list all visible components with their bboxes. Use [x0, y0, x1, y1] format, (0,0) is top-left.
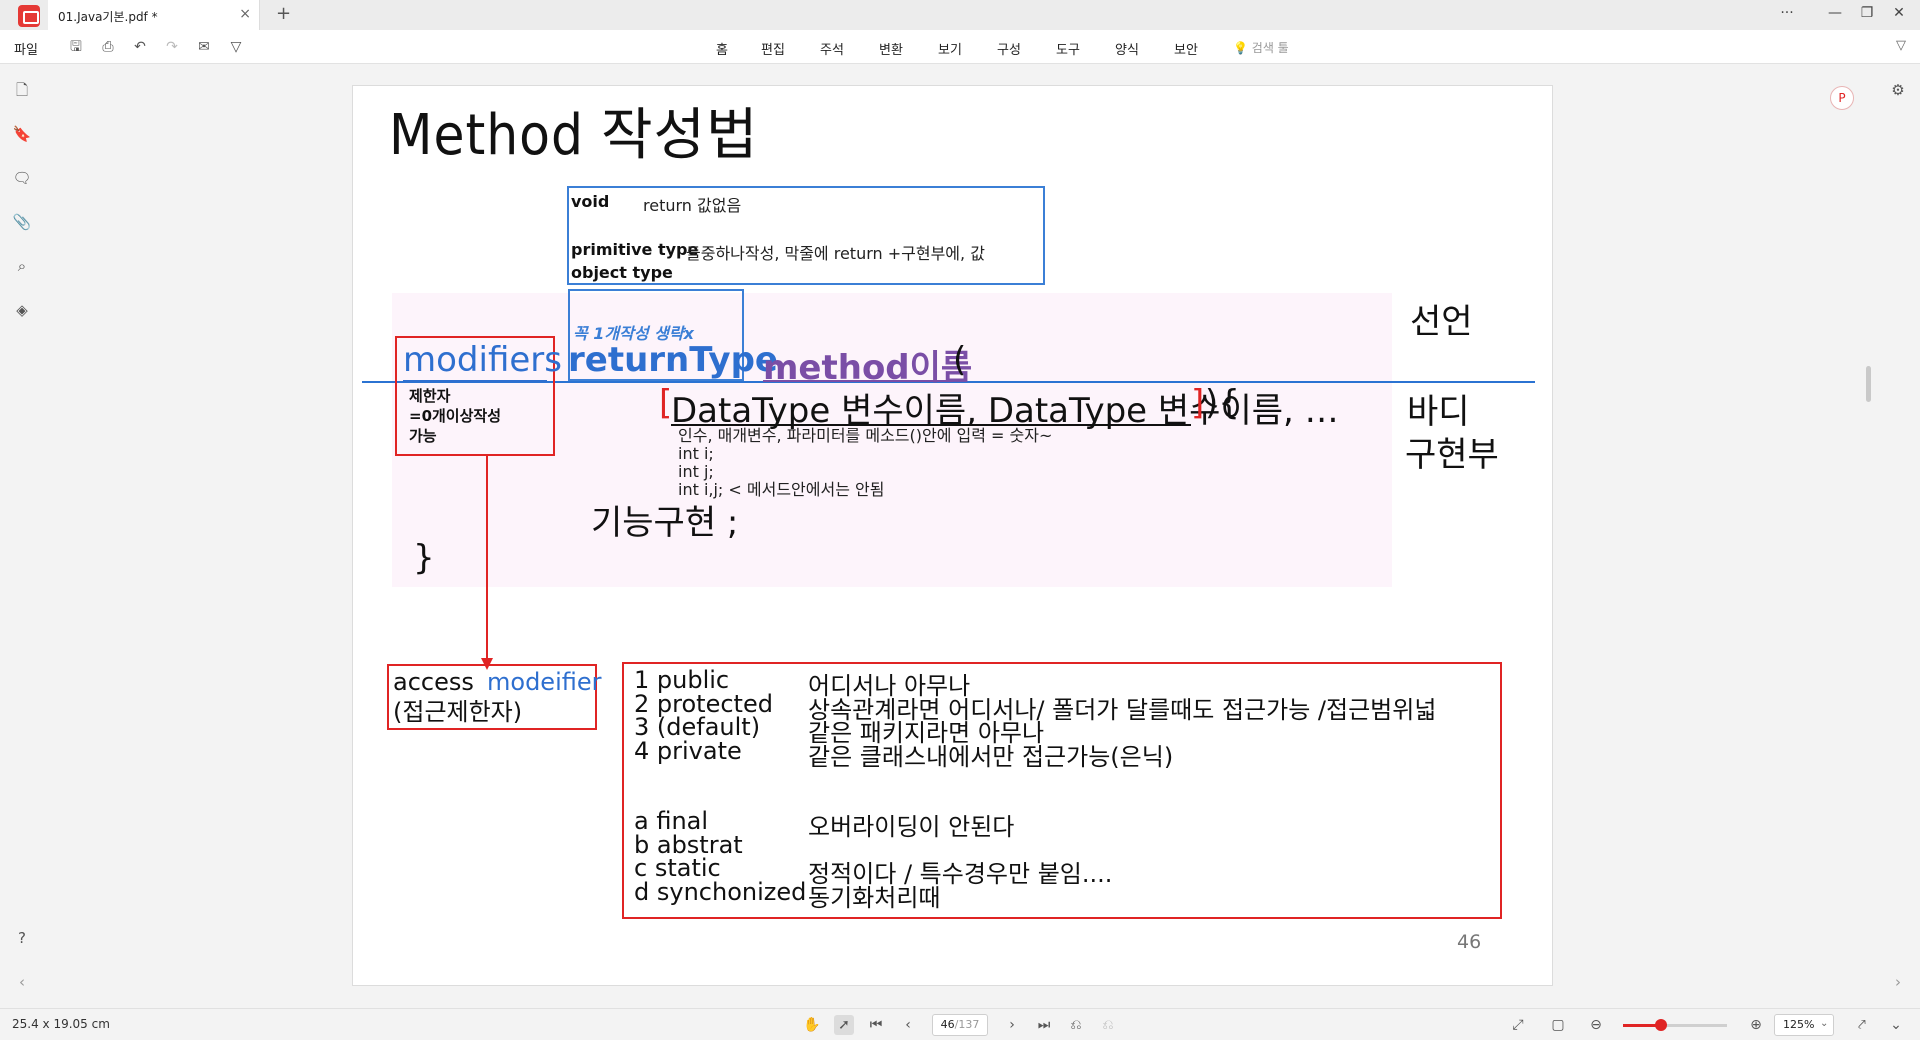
modifier-name: 4 private — [634, 737, 742, 765]
new-tab-icon[interactable]: + — [276, 3, 291, 24]
modifiers-text: modifiers — [403, 340, 562, 380]
ribbon-menu: 홈 편집 주석 변환 보기 구성 도구 양식 보안 💡 검색 툴 — [0, 30, 1920, 64]
close-brace: } — [413, 538, 435, 578]
zoom-in-icon[interactable]: ⊕ — [1746, 1015, 1766, 1035]
menu-annotate[interactable]: 주석 — [820, 39, 844, 58]
primitive-label: primitive type — [571, 240, 699, 259]
zoom-value: 125% — [1783, 1018, 1815, 1031]
pdf-to-ppt-icon[interactable]: P — [1830, 86, 1854, 110]
left-sidebar: 🗋 🔖 🗨 📎 ⌕ ◈ ? ‹ — [0, 64, 44, 1008]
app-logo-icon — [18, 5, 40, 27]
page-display-icon[interactable]: ▢ — [1548, 1015, 1568, 1035]
modifier-desc: 같은 클래스내에서만 접근가능(은닉) — [808, 743, 1174, 771]
pdf-page: Method 작성법 void return 값없음 primitive typ… — [352, 85, 1553, 986]
zoom-out-icon[interactable]: ⊖ — [1586, 1015, 1606, 1035]
implementation-label: 구현부 — [1405, 435, 1499, 475]
select-tool-icon[interactable]: ➚ — [834, 1015, 854, 1035]
params-end: ){ — [1205, 383, 1240, 423]
go-forward-icon[interactable]: ⎌ — [1098, 1015, 1118, 1035]
hand-tool-icon[interactable]: ✋ — [802, 1015, 822, 1035]
attachment-icon[interactable]: 📎 — [12, 212, 32, 232]
modifier-name: d synchonized — [634, 878, 807, 906]
layers-icon[interactable]: ◈ — [12, 300, 32, 320]
restore-icon[interactable]: ❐ — [1855, 5, 1879, 21]
zoom-slider-handle[interactable] — [1655, 1019, 1668, 1031]
more-options-icon[interactable]: ··· — [1775, 5, 1799, 21]
body-implementation: 기능구현 ; — [591, 503, 739, 543]
comment-icon[interactable]: 🗨 — [12, 168, 32, 188]
modifiers-underline — [403, 380, 547, 382]
page-title: Method 작성법 — [389, 103, 759, 168]
search-icon[interactable]: ⌕ — [12, 256, 32, 276]
pdf-viewer-window: 01.Java기본.pdf * × + ··· — ❐ ✕ 파일 🖫 ⎙ ↶ ↷… — [0, 0, 1920, 1040]
menu-tools[interactable]: 도구 — [1056, 39, 1080, 58]
vertical-scrollbar[interactable] — [1866, 366, 1871, 402]
lightbulb-icon: 💡 — [1233, 41, 1248, 55]
tool-search-label: 검색 툴 — [1251, 41, 1289, 55]
fit-page-icon[interactable]: ⤢ — [1508, 1015, 1528, 1035]
document-tab[interactable]: 01.Java기본.pdf * × — [48, 0, 260, 30]
first-page-icon[interactable]: ⏮ — [866, 1015, 886, 1035]
properties-icon[interactable]: ⚙ — [1888, 80, 1908, 100]
last-page-icon[interactable]: ⏭ — [1034, 1015, 1054, 1035]
menu-forms[interactable]: 양식 — [1115, 39, 1139, 58]
collapse-left-icon[interactable]: ‹ — [12, 972, 32, 992]
tab-bar: 01.Java기본.pdf * × + ··· — ❐ ✕ — [0, 0, 1920, 30]
collapse-statusbar-icon[interactable]: ⌄ — [1886, 1015, 1906, 1035]
previous-page-icon[interactable]: ‹ — [898, 1015, 918, 1035]
void-label: void — [571, 192, 610, 211]
right-sidebar: ⚙ › — [1876, 64, 1920, 1008]
body-label: 바디 — [1407, 392, 1470, 432]
tool-search[interactable]: 💡 검색 툴 — [1233, 39, 1289, 56]
menu-view[interactable]: 보기 — [938, 39, 962, 58]
minimize-icon[interactable]: — — [1823, 5, 1847, 21]
modifier-desc: 오버라이딩이 안된다 — [808, 813, 1015, 841]
tab-close-icon[interactable]: × — [239, 6, 251, 22]
page-thumbnails-icon[interactable]: 🗋 — [12, 80, 32, 100]
close-window-icon[interactable]: ✕ — [1887, 5, 1911, 21]
page-number: 46 — [1457, 931, 1482, 953]
page-dimensions: 25.4 x 19.05 cm — [12, 1017, 110, 1031]
declaration-label: 선언 — [1410, 302, 1473, 342]
help-icon[interactable]: ? — [12, 928, 32, 948]
return-type-text: returnType — [568, 340, 778, 380]
parameter-description: 인수, 매개변수, 파라미터를 메소드()안에 입력 = 숫자~ int i; … — [678, 426, 1053, 499]
object-type-label: object type — [571, 263, 673, 282]
page-number-input[interactable]: 46/137 — [932, 1014, 988, 1036]
zoom-dropdown-icon[interactable]: ⌄ — [1820, 1018, 1828, 1029]
modifier-desc: 동기화처리때 — [808, 884, 941, 912]
go-back-icon[interactable]: ⎌ — [1066, 1015, 1086, 1035]
main-toolbar: 파일 🖫 ⎙ ↶ ↷ ✉ ▽ 홈 편집 주석 변환 보기 구성 도구 양식 보안… — [0, 30, 1920, 64]
open-paren: ( — [953, 340, 967, 380]
menu-home[interactable]: 홈 — [716, 39, 728, 58]
modifiers-note: 제한자 =0개이상작성 가능 — [409, 387, 502, 445]
next-page-icon[interactable]: › — [1002, 1015, 1022, 1035]
total-pages: /137 — [954, 1018, 980, 1031]
menu-organize[interactable]: 구성 — [997, 39, 1021, 58]
full-screen-icon[interactable]: ⤤ — [1852, 1015, 1872, 1035]
bracket-close: ] — [1191, 383, 1205, 423]
collapse-right-icon[interactable]: › — [1888, 972, 1908, 992]
collapse-ribbon-icon[interactable]: ▽ — [1896, 38, 1906, 53]
access-modifier-korean: (접근제한자) — [393, 698, 523, 726]
tab-title: 01.Java기본.pdf * — [58, 10, 158, 24]
method-name-underline — [763, 380, 953, 382]
primitive-desc: 둘중하나작성, 막줄에 return +구현부에, 값 — [686, 244, 985, 263]
current-page: 46 — [940, 1018, 955, 1031]
arrow-line — [486, 456, 488, 664]
menu-edit[interactable]: 편집 — [761, 39, 785, 58]
menu-convert[interactable]: 변환 — [879, 39, 903, 58]
menu-security[interactable]: 보안 — [1174, 39, 1198, 58]
void-desc: return 값없음 — [643, 196, 742, 215]
bookmark-icon[interactable]: 🔖 — [12, 124, 32, 144]
status-bar: 25.4 x 19.05 cm ✋ ➚ ⏮ ‹ 46/137 › ⏭ ⎌ ⎌ ⤢… — [0, 1008, 1920, 1040]
